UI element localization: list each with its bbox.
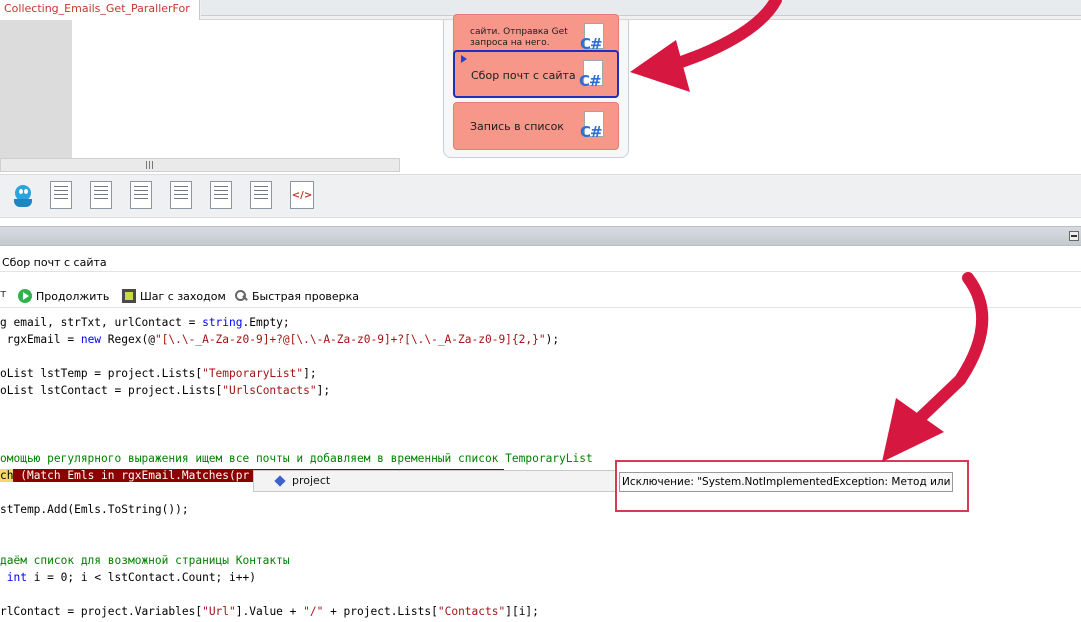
variable-tooltip[interactable]: project: [253, 470, 616, 492]
code-panel-header: [0, 226, 1081, 246]
variable-tooltip-label: project: [292, 474, 331, 487]
csharp-icon: C#: [580, 111, 608, 143]
document-button-4[interactable]: [166, 181, 194, 213]
play-icon: [18, 289, 32, 303]
step-into-icon: [122, 289, 136, 303]
step-title: Сбор почт с сайта: [0, 254, 1081, 272]
robot-button[interactable]: [8, 181, 36, 213]
action-block-write-list[interactable]: Запись в список C#: [453, 102, 619, 150]
document-button-1[interactable]: [46, 181, 74, 213]
tab-collecting-emails[interactable]: Collecting_Emails_Get_ParallerFor: [0, 0, 200, 20]
minimize-icon[interactable]: [1069, 231, 1079, 241]
document-icon: [90, 181, 112, 209]
document-icon: [250, 181, 272, 209]
action-block-label: Запись в список: [470, 119, 564, 133]
quick-watch-button[interactable]: Быстрая проверка: [234, 287, 359, 305]
continue-label: Продолжить: [36, 289, 110, 303]
xml-icon: </>: [290, 181, 314, 209]
tab-strip-empty: [201, 0, 1081, 16]
action-toolbar: </>: [0, 174, 1081, 218]
step-into-button[interactable]: Шаг с заходом: [122, 287, 226, 305]
variable-icon: [274, 475, 286, 487]
canvas-left-panel: [0, 20, 72, 158]
continue-button[interactable]: Продолжить: [18, 287, 109, 305]
project-canvas[interactable]: сайти. Отправка Get запроса на него. C# …: [0, 14, 1081, 158]
current-statement-marker: ch: [0, 469, 14, 482]
document-icon: [170, 181, 192, 209]
code-comment: даём список для возможной страницы Конта…: [0, 554, 290, 567]
debug-toolbar: т Продолжить Шаг с заходом Быстрая прове…: [0, 284, 1081, 308]
app-window: Collecting_Emails_Get_ParallerFor сайти.…: [0, 0, 1081, 622]
action-block-collect-emails[interactable]: Сбор почт с сайта C#: [453, 50, 619, 98]
code-line: rlContact = project.Variables["Url"].Val…: [0, 605, 539, 618]
code-line: rgxEmail = new Regex(@"[\.\-_A-Za-z0-9]+…: [0, 333, 560, 346]
csharp-icon: C#: [579, 60, 607, 92]
scrollbar-grip-icon: [145, 161, 155, 169]
document-button-2[interactable]: [86, 181, 114, 213]
action-group: сайти. Отправка Get запроса на него. C# …: [443, 14, 629, 158]
current-step-marker-icon: [461, 55, 467, 63]
exception-tooltip[interactable]: Исключение: "System.NotImplementedExcept…: [619, 472, 953, 492]
code-line: oList lstTemp = project.Lists["Temporary…: [0, 367, 317, 380]
quick-watch-label: Быстрая проверка: [252, 289, 360, 303]
code-line: g email, strTxt, urlContact = string.Emp…: [0, 316, 290, 329]
document-icon: [210, 181, 232, 209]
quick-watch-icon: [234, 289, 248, 303]
step-into-label: Шаг с заходом: [140, 289, 226, 303]
document-icon: [130, 181, 152, 209]
document-button-6[interactable]: [246, 181, 274, 213]
code-line: oList lstContact = project.Lists["UrlsCo…: [0, 384, 331, 397]
document-icon: [50, 181, 72, 209]
code-line: int i = 0; i < lstContact.Count; i++): [6, 571, 256, 584]
toolbar-edge-icon: т: [0, 287, 7, 300]
action-block-label: Сбор почт с сайта: [471, 68, 576, 82]
document-button-3[interactable]: [126, 181, 154, 213]
document-button-5[interactable]: [206, 181, 234, 213]
canvas-horizontal-scrollbar[interactable]: [0, 158, 400, 172]
xml-button[interactable]: </>: [286, 181, 314, 213]
robot-icon: [12, 183, 34, 209]
